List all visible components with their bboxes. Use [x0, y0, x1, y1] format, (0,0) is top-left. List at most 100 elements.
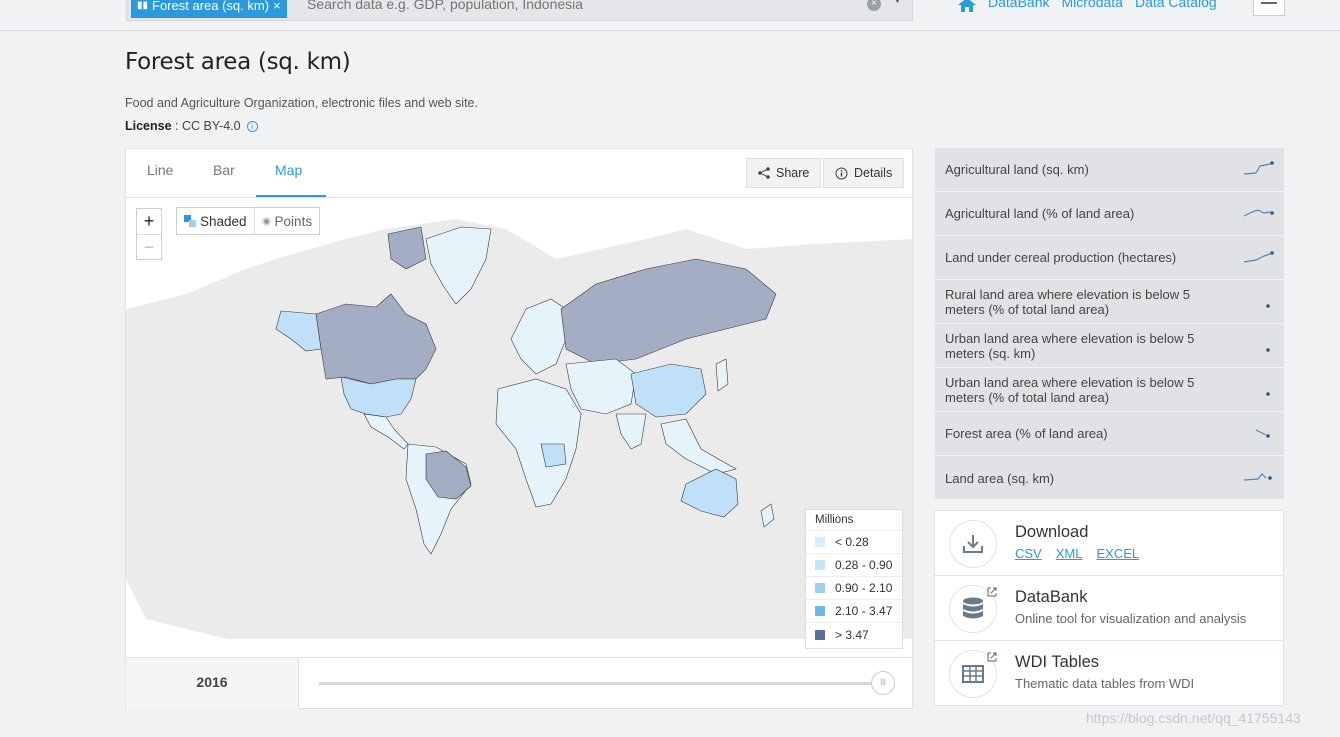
related-item-label: Land under cereal production (hectares) — [945, 250, 1177, 265]
info-icon[interactable]: i — [246, 121, 258, 132]
search-chip-label: Forest area (sq. km) — [152, 0, 270, 13]
map-bottom-margin — [126, 639, 912, 657]
top-nav: DataBank Microdata Data Catalog — [958, 0, 1217, 12]
legend-item: 0.28 - 0.90 — [806, 554, 902, 577]
databank-subtitle: Online tool for visualization and analys… — [1015, 611, 1247, 626]
sparkline-icon — [1243, 473, 1272, 481]
chip-close-icon[interactable]: × — [273, 0, 281, 15]
related-item-label: Rural land area where elevation is below… — [945, 286, 1190, 317]
mode-points[interactable]: Points — [253, 208, 320, 234]
search-chip[interactable]: ▮▮ Forest area (sq. km) × — [131, 0, 287, 18]
license-line: License : CC BY-4.0 i — [125, 119, 258, 133]
sparkline-icon — [1243, 209, 1274, 217]
sparkline-icon — [1266, 304, 1270, 308]
map-legend: Millions < 0.28 0.28 - 0.90 0.90 - 2.10 … — [805, 509, 903, 649]
legend-title: Millions — [806, 510, 902, 531]
legend-item: 2.10 - 3.47 — [806, 600, 902, 623]
license-value: : CC BY-4.0 — [171, 119, 241, 133]
map-canvas[interactable] — [126, 199, 912, 657]
legend-label: > 3.47 — [835, 627, 869, 642]
download-title: Download — [1015, 523, 1089, 541]
legend-label: 0.28 - 0.90 — [835, 558, 893, 572]
related-item-label: Forest area (% of land area) — [945, 426, 1108, 441]
related-item[interactable]: Urban land area where elevation is below… — [935, 368, 1284, 412]
related-item-label: Urban land area where elevation is below… — [945, 374, 1195, 405]
related-item-label: Agricultural land (sq. km) — [945, 162, 1089, 177]
page-title: Forest area (sq. km) — [125, 49, 351, 75]
nav-link-microdata[interactable]: Microdata — [1061, 0, 1122, 12]
sparkline-icon — [1266, 392, 1270, 396]
download-section: Download CSV XML EXCEL — [935, 511, 1283, 576]
mode-shaded-label: Shaded — [200, 213, 247, 229]
legend-swatch-1 — [815, 560, 825, 570]
download-icon — [949, 520, 997, 568]
related-item-label: Agricultural land (% of land area) — [945, 206, 1135, 221]
legend-swatch-3 — [815, 606, 825, 616]
tab-map[interactable]: Map — [275, 162, 302, 178]
sparkline-icon — [1243, 161, 1274, 175]
top-bar: ▮▮ Forest area (sq. km) × × ▼ DataBank M… — [0, 0, 1340, 31]
chevron-down-icon[interactable]: ▼ — [893, 0, 902, 5]
legend-item: > 3.47 — [806, 623, 902, 646]
databank-title: DataBank — [1015, 588, 1088, 606]
related-item-label: Land area (sq. km) — [945, 470, 1055, 486]
related-item[interactable]: Urban land area where elevation is below… — [935, 324, 1284, 368]
details-label: Details — [854, 166, 893, 180]
home-icon[interactable] — [958, 0, 976, 12]
shaded-icon — [184, 215, 196, 227]
share-icon — [758, 167, 770, 179]
bar-chart-icon: ▮▮ — [137, 0, 149, 11]
download-xml-link[interactable]: XML — [1056, 546, 1083, 561]
legend-swatch-0 — [815, 537, 825, 547]
related-item[interactable]: Land under cereal production (hectares) — [935, 236, 1284, 280]
wdi-tables-title: WDI Tables — [1015, 653, 1100, 671]
tab-line[interactable]: Line — [147, 162, 173, 178]
points-icon — [261, 216, 271, 226]
tab-bar[interactable]: Bar — [213, 162, 235, 178]
selected-year: 2016 — [126, 658, 299, 709]
world-map[interactable]: + − Shaded Points Millions < 0.28 0.28 -… — [126, 199, 912, 657]
legend-swatch-2 — [815, 583, 825, 593]
hamburger-menu-button[interactable] — [1253, 0, 1285, 16]
hamburger-icon — [1261, 2, 1277, 4]
sparkline-icon — [1243, 251, 1274, 263]
active-tab-indicator — [256, 195, 326, 197]
sparkline-icon — [1266, 348, 1270, 352]
source-text: Food and Agriculture Organization, elect… — [125, 96, 478, 110]
download-format-links: CSV XML EXCEL — [1015, 546, 1139, 561]
sparkline-icon — [1255, 429, 1270, 438]
legend-label: < 0.28 — [835, 535, 869, 549]
share-button[interactable]: Share — [746, 158, 822, 188]
related-item[interactable]: Agricultural land (% of land area) — [935, 192, 1284, 236]
mode-points-label: Points — [274, 213, 313, 229]
downloads-panel: Download CSV XML EXCEL DataBank Online t… — [934, 510, 1284, 706]
zoom-controls: + − — [136, 208, 162, 260]
clear-icon[interactable]: × — [867, 0, 881, 11]
zoom-in-button[interactable]: + — [137, 209, 161, 234]
chart-tabs: Line Bar Map Share Details — [126, 149, 912, 198]
related-item[interactable]: Land area (sq. km) — [935, 456, 1284, 500]
related-item[interactable]: Agricultural land (sq. km) — [935, 148, 1284, 192]
search-box[interactable]: ▮▮ Forest area (sq. km) × × ▼ — [126, 0, 913, 21]
related-indicators: Agricultural land (sq. km) Agricultural … — [935, 148, 1284, 499]
mode-shaded[interactable]: Shaded — [177, 208, 254, 234]
timeline-slider-handle[interactable]: ||| — [871, 671, 895, 695]
timeline-track[interactable] — [319, 682, 884, 685]
download-excel-link[interactable]: EXCEL — [1096, 546, 1139, 561]
search-input[interactable] — [307, 0, 847, 13]
wdi-tables-link[interactable]: WDI Tables Thematic data tables from WDI — [935, 641, 1283, 706]
related-item-label: Urban land area where elevation is below… — [945, 330, 1195, 361]
related-item[interactable]: Rural land area where elevation is below… — [935, 280, 1284, 324]
databank-link[interactable]: DataBank Online tool for visualization a… — [935, 576, 1283, 641]
legend-label: 2.10 - 3.47 — [835, 604, 893, 618]
related-item[interactable]: Forest area (% of land area) — [935, 412, 1284, 456]
details-button[interactable]: Details — [823, 158, 905, 188]
nav-link-data-catalog[interactable]: Data Catalog — [1135, 0, 1217, 12]
chart-panel: Line Bar Map Share Details + − Shaded Po… — [125, 148, 913, 709]
legend-item: 0.90 - 2.10 — [806, 577, 902, 600]
nav-link-databank[interactable]: DataBank — [988, 0, 1049, 12]
map-mode-toggle: Shaded Points — [176, 207, 321, 235]
zoom-out-button[interactable]: − — [137, 234, 161, 259]
download-csv-link[interactable]: CSV — [1015, 546, 1042, 561]
legend-item: < 0.28 — [806, 531, 902, 554]
